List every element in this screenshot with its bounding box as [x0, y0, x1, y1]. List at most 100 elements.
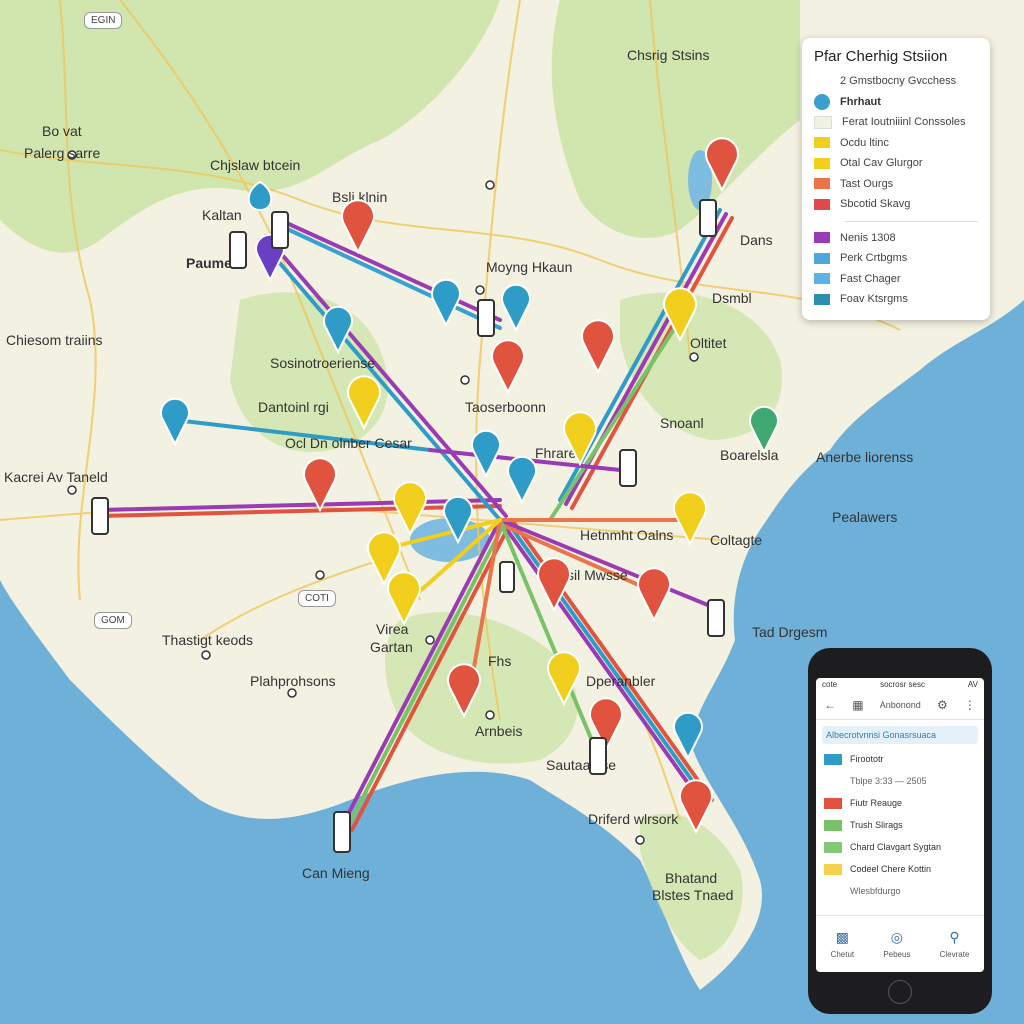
- map-label: Dans: [740, 232, 773, 248]
- legend-swatch: [814, 157, 830, 169]
- map-label: Can Mieng: [302, 865, 370, 881]
- map-label: Tad Drgesm: [752, 624, 827, 640]
- item-label: Fiutr Reauge: [850, 798, 903, 808]
- ev-station-icon: [229, 231, 247, 269]
- grid-icon[interactable]: ▦: [852, 698, 863, 712]
- charger-icon: ▩: [835, 929, 849, 945]
- map-label: Blstes Tnaed: [652, 887, 733, 903]
- ev-station-icon: [589, 737, 607, 775]
- legend-item[interactable]: Tast Ourgs: [814, 174, 978, 195]
- home-button[interactable]: [888, 980, 912, 1004]
- item-label: Firoototr: [850, 754, 884, 764]
- location-icon: ⚲: [949, 929, 960, 945]
- more-icon[interactable]: ⋮: [964, 698, 976, 712]
- road-shield: COTI: [298, 590, 336, 607]
- phone-list-item[interactable]: Chard Clavgart Sygtan: [816, 836, 984, 858]
- phone-screen: cote socrosr sesc AV ← ▦ Anbonond ⚙ ⋮ Al…: [816, 678, 984, 972]
- tab-clevrate[interactable]: ⚲ Clevrate: [940, 929, 970, 959]
- share-icon[interactable]: ⚙: [937, 698, 948, 712]
- item-label: Wlesbfdurgo: [850, 886, 901, 896]
- legend-item[interactable]: 2 Gmstbocny Gvcchess: [814, 71, 978, 92]
- phone-list-item: Wlesbfdurgo: [816, 880, 984, 902]
- map-label: Sosinotroeriense: [270, 355, 375, 371]
- legend-swatch: [814, 178, 830, 190]
- item-label: Tblpe 3:33 — 2505: [850, 776, 927, 786]
- legend-title: Pfar Cherhig Stsiion: [814, 48, 948, 65]
- phone-banner[interactable]: Albecrotvnnsi Gonasrsuaca: [822, 726, 978, 744]
- legend-item[interactable]: Ferat Ioutniiinl Conssoles: [814, 112, 978, 133]
- map-label: Bo vat: [42, 123, 82, 139]
- legend-swatch: [814, 293, 830, 305]
- map-label: Oltitet: [690, 335, 727, 351]
- status-right: AV: [967, 680, 978, 689]
- map-label: Chiesom traiins: [6, 332, 102, 348]
- legend-label: Fhrhaut: [840, 95, 881, 108]
- ev-station-icon: [91, 497, 109, 535]
- phone-status-bar: cote socrosr sesc AV: [816, 678, 984, 691]
- tab-label: Chetut: [830, 950, 855, 959]
- map-legend: Pfar Cherhig Stsiion 2 Gmstbocny Gvcches…: [802, 38, 990, 320]
- ev-station-icon: [477, 299, 495, 337]
- phone-list-item[interactable]: Codeel Chere Kottin: [816, 858, 984, 880]
- map-label: Thastigt keods: [162, 632, 253, 648]
- legend-label: Fast Chager: [840, 272, 901, 285]
- status-mid: socrosr sesc: [880, 680, 925, 689]
- map-label: Anerbe liorenss: [816, 449, 913, 465]
- ev-station-icon: [699, 199, 717, 237]
- map-label: Snoanl: [660, 415, 704, 431]
- map-label: Kaltan: [202, 207, 242, 223]
- tab-label: Pebeus: [883, 950, 911, 959]
- tab-chetut[interactable]: ▩ Chetut: [831, 929, 855, 959]
- legend-item[interactable]: Nenis 1308: [814, 228, 978, 249]
- legend-item[interactable]: Fhrhaut: [814, 92, 978, 113]
- legend-item[interactable]: Foav Ktsrgms: [814, 289, 978, 310]
- ev-station-icon: [271, 211, 289, 249]
- legend-swatch: [814, 115, 832, 129]
- legend-swatch: [814, 93, 830, 110]
- legend-label: Ferat Ioutniiinl Conssoles: [842, 116, 966, 129]
- map-label: Palerg sarre: [24, 145, 100, 161]
- map-label: Moyng Hkaun: [486, 259, 572, 275]
- item-swatch: [824, 797, 842, 809]
- legend-item[interactable]: Perk Crtbgms: [814, 248, 978, 269]
- legend-label: Foav Ktsrgms: [840, 293, 908, 306]
- map-label: Plahprohsons: [250, 673, 336, 689]
- phone-list-item[interactable]: Fiutr Reauge: [816, 792, 984, 814]
- legend-swatch: [814, 137, 830, 149]
- map-label: Taoserboonn: [465, 399, 546, 415]
- phone-tab-bar: ▩ Chetut ◎ Pebeus ⚲ Clevrate: [816, 915, 984, 972]
- legend-label: Sbcotid Skavg: [840, 198, 911, 211]
- legend-swatch: [814, 198, 830, 210]
- tab-pebeus[interactable]: ◎ Pebeus: [883, 929, 910, 959]
- legend-item[interactable]: Sbcotid Skavg: [814, 194, 978, 215]
- back-arrow-icon[interactable]: ←: [824, 698, 836, 712]
- ev-station-icon: [499, 561, 515, 593]
- legend-divider: [844, 220, 978, 222]
- ev-station-icon: [619, 449, 637, 487]
- legend-label: 2 Gmstbocny Gvcchess: [840, 75, 957, 88]
- map-label: Fhs: [488, 653, 511, 669]
- road-shield: GOM: [94, 612, 132, 629]
- phone-list-item[interactable]: Trush Slirags: [816, 814, 984, 836]
- tab-label: Clevrate: [939, 950, 970, 959]
- legend-label: Ocdu ltinc: [840, 136, 889, 149]
- map-label: Arnbeis: [475, 723, 522, 739]
- legend-item[interactable]: Ocdu ltinc: [814, 133, 978, 154]
- item-swatch: [824, 841, 842, 853]
- road-shield: EGIN: [84, 12, 123, 29]
- legend-swatch: [814, 252, 830, 264]
- item-swatch: [824, 819, 842, 831]
- legend-item[interactable]: Otal Cav Glurgor: [814, 153, 978, 174]
- legend-swatch: [814, 232, 830, 244]
- legend-item[interactable]: Fast Chager: [814, 269, 978, 290]
- phone-nav-bar: ← ▦ Anbonond ⚙ ⋮: [816, 691, 984, 720]
- map-label: Boarelsla: [720, 447, 779, 463]
- phone-list-item[interactable]: Firoototr: [816, 748, 984, 770]
- map-label: Ocl Dn olnber Cesar: [285, 435, 412, 451]
- ev-station-icon: [333, 811, 351, 853]
- phone-mockup: cote socrosr sesc AV ← ▦ Anbonond ⚙ ⋮ Al…: [808, 648, 992, 1014]
- map-label: Dperanbler: [586, 673, 656, 689]
- map-label: Coltagte: [710, 532, 762, 548]
- map-label: Driferd wlrsork: [588, 811, 679, 827]
- map-label: Pealawers: [832, 509, 897, 525]
